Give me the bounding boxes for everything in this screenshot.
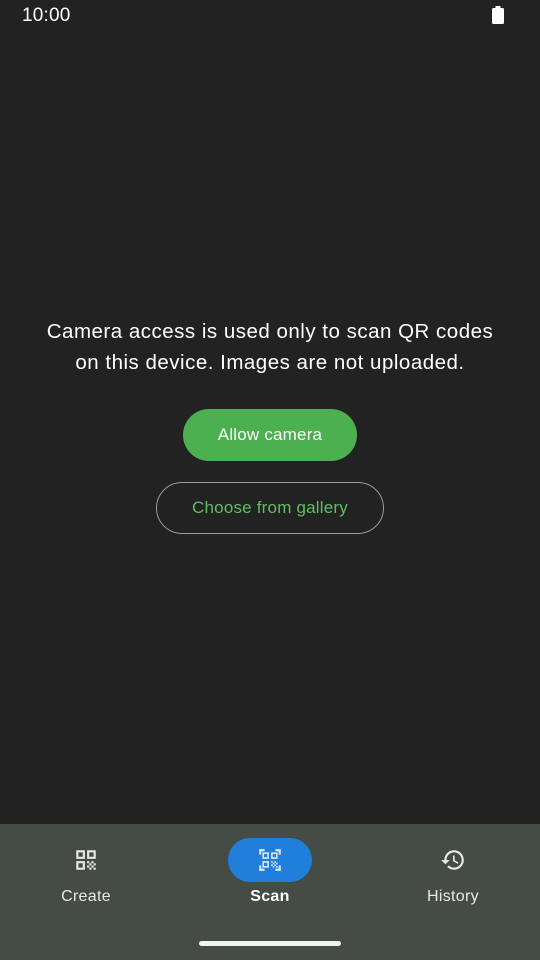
home-indicator[interactable] [199,941,341,946]
nav-label-scan: Scan [250,888,290,905]
message-line-1: Camera access is used only to scan QR co… [46,320,494,343]
choose-from-gallery-button[interactable]: Choose from gallery [156,482,384,534]
history-icon [441,850,464,870]
message-line-2: on this device. Images are not uploaded. [75,351,465,374]
camera-permission-message: Camera access is used only to scan QR co… [20,316,520,378]
nav-item-scan[interactable]: Scan [190,838,350,928]
scan-screen: 10:00 Camera access is used only to scan… [0,0,540,960]
nav-icon-container [411,838,495,882]
allow-camera-button[interactable]: Allow camera [183,409,357,461]
status-time: 10:00 [22,5,71,26]
qr-scan-icon [259,849,281,871]
nav-icon-container-selected [228,838,312,882]
qr-code-icon [76,850,96,870]
bottom-navigation: Create Scan History [0,824,540,960]
nav-item-history[interactable]: History [373,838,533,928]
nav-item-create[interactable]: Create [6,838,166,928]
nav-label-history: History [427,888,479,905]
nav-icon-container [44,838,128,882]
status-bar: 10:00 [0,0,540,32]
battery-full-icon [492,6,504,24]
nav-label-create: Create [61,888,111,905]
